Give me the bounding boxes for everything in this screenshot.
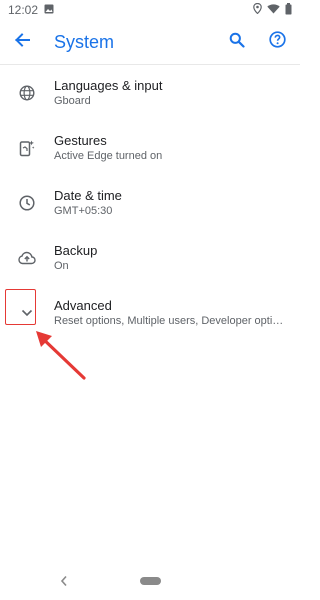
status-bar: 12:02 xyxy=(0,0,300,20)
image-notification-icon xyxy=(44,3,54,17)
list-item-languages-input[interactable]: Languages & input Gboard xyxy=(0,65,300,120)
help-button[interactable] xyxy=(260,25,294,59)
back-button[interactable] xyxy=(2,20,42,64)
arrow-back-icon xyxy=(14,32,30,53)
clock-icon xyxy=(0,194,54,211)
app-bar: System xyxy=(0,20,300,65)
list-item-date-time[interactable]: Date & time GMT+05:30 xyxy=(0,175,300,230)
nav-home-pill[interactable] xyxy=(140,577,161,585)
list-item-title: Backup xyxy=(54,242,98,258)
search-button[interactable] xyxy=(220,25,254,59)
list-item-title: Advanced xyxy=(54,297,112,313)
list-item-gestures[interactable]: Gestures Active Edge turned on xyxy=(0,120,300,175)
list-item-title: Gestures xyxy=(54,132,107,148)
page-title: System xyxy=(54,31,115,52)
list-item-title: Languages & input xyxy=(54,77,163,93)
globe-icon xyxy=(0,84,54,101)
status-time: 12:02 xyxy=(8,3,39,17)
nav-back-icon[interactable] xyxy=(60,574,68,592)
battery-icon xyxy=(285,2,292,18)
search-icon xyxy=(229,32,245,53)
list-item-subtitle: Gboard xyxy=(54,94,91,107)
list-item-subtitle: On xyxy=(54,259,69,272)
settings-list: Languages & input Gboard Gestures Active… xyxy=(0,65,300,340)
location-icon xyxy=(253,2,262,17)
annotation-arrow-icon xyxy=(30,326,90,391)
annotation-highlight-box xyxy=(5,289,36,325)
list-item-subtitle: GMT+05:30 xyxy=(54,204,113,217)
wifi-icon xyxy=(267,3,280,17)
cloud-backup-icon xyxy=(0,251,54,265)
list-item-title: Date & time xyxy=(54,187,122,203)
list-item-subtitle: Active Edge turned on xyxy=(54,149,163,162)
list-item-backup[interactable]: Backup On xyxy=(0,230,300,285)
navigation-bar xyxy=(0,564,300,600)
gestures-phone-icon xyxy=(0,139,54,157)
help-icon xyxy=(268,31,286,53)
